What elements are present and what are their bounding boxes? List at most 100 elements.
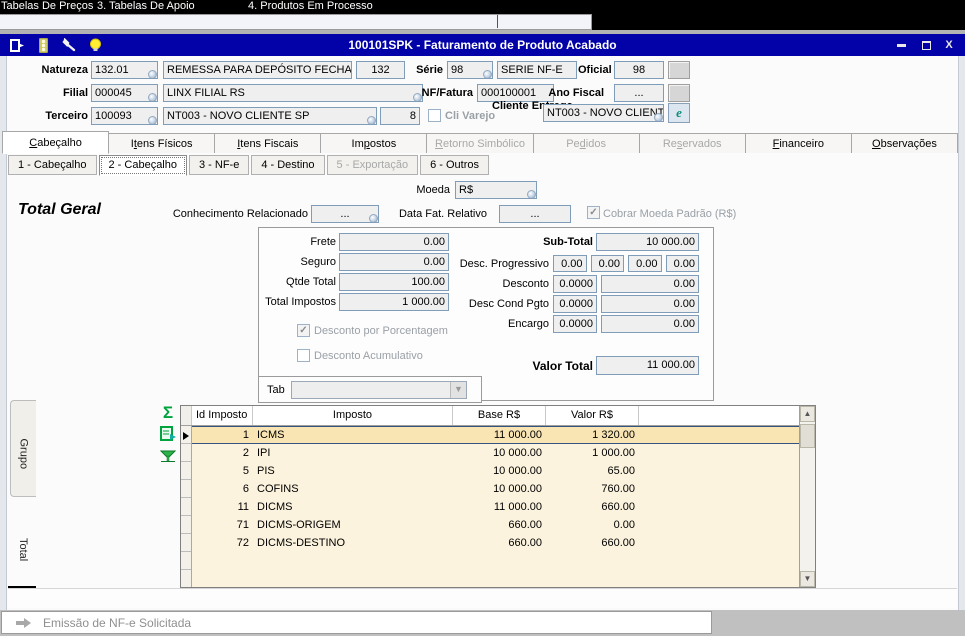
main-tab[interactable]: Reservados (640, 133, 746, 153)
status-message-box: Emissão de NF-e Solicitada (1, 611, 712, 634)
ano-fiscal-field[interactable]: ... (614, 84, 664, 102)
desconto-label: Desconto (449, 278, 549, 290)
desc-progressivo-field[interactable]: 0.00 (591, 255, 625, 272)
natureza-label: Natureza (8, 64, 88, 76)
desc-cond-pct-field[interactable]: 0.0000 (553, 295, 597, 313)
scroll-up-icon[interactable]: ▲ (800, 406, 815, 422)
sub-tab[interactable]: 1 - Cabeçalho (8, 155, 97, 175)
cell-base: 10 000.00 (453, 445, 546, 461)
window-right-border (958, 56, 965, 610)
main-tab[interactable]: Itens Fiscais (215, 133, 321, 153)
filial-code-field[interactable]: 000045 (91, 84, 158, 102)
app-toolbar-strip (0, 14, 965, 30)
encargo-pct-field[interactable]: 0.0000 (553, 315, 597, 333)
table-row[interactable]: 71 DICMS-ORIGEM 660.00 0.00 (192, 516, 799, 534)
maximize-icon[interactable] (918, 38, 934, 52)
sum-icon[interactable]: Σ (158, 402, 178, 422)
ano-fiscal-button[interactable] (668, 84, 690, 102)
menu-item-tabelas-apoio[interactable]: 3. Tabelas De Apoio (97, 0, 195, 14)
row-selector-column (181, 426, 192, 587)
desc-progressivo-field[interactable]: 0.00 (628, 255, 662, 272)
terceiro-desc-field[interactable]: NT003 - NOVO CLIENTE SP (163, 107, 377, 125)
grid-header-imposto[interactable]: Imposto (253, 406, 453, 425)
seguro-field[interactable]: 0.00 (339, 253, 449, 271)
tab-dropdown[interactable]: ▼ (291, 381, 467, 399)
scroll-thumb[interactable] (800, 424, 815, 448)
cell-id: 1 (192, 427, 253, 443)
filial-desc-field[interactable]: LINX FILIAL RS (163, 84, 423, 102)
tab-selector-box: Tab ▼ (258, 376, 482, 403)
grid-header-valor[interactable]: Valor R$ (546, 406, 639, 425)
sub-tab[interactable]: 5 - Exportação (327, 155, 419, 175)
minimize-icon[interactable] (893, 38, 909, 52)
desc-cond-value-field[interactable]: 0.00 (601, 295, 699, 313)
main-tab[interactable]: Cabeçalho (2, 131, 109, 154)
main-tab-label: Retorno Simbólico (435, 138, 525, 150)
total-impostos-label: Total Impostos (259, 296, 336, 308)
oficial-field[interactable]: 98 (614, 61, 664, 79)
sub-tab[interactable]: 4 - Destino (251, 155, 324, 175)
data-fat-field[interactable]: ... (499, 205, 571, 223)
sub-tab[interactable]: 2 - Cabeçalho (99, 155, 188, 176)
menu-item-tabelas-precos[interactable]: Tabelas De Preços (1, 0, 93, 14)
terceiro-code-field[interactable]: 100093 (91, 107, 158, 125)
chevron-down-icon[interactable]: ▼ (450, 382, 466, 398)
desconto-pct-field[interactable]: 0.0000 (553, 275, 597, 293)
table-row[interactable]: 6 COFINS 10 000.00 760.00 (192, 480, 799, 498)
nfe-icon[interactable]: e (668, 103, 690, 123)
cli-varejo-checkbox[interactable] (428, 109, 441, 122)
grid-header-id[interactable]: Id Imposto (192, 406, 253, 425)
conhecimento-field[interactable]: ... (311, 205, 379, 223)
filter-funnel-icon[interactable] (158, 446, 178, 466)
window-titlebar: 100101SPK - Faturamento de Produto Acaba… (0, 34, 965, 56)
total-impostos-field[interactable]: 1 000.00 (339, 293, 449, 311)
moeda-field[interactable]: R$ (455, 181, 537, 199)
grid-header-base[interactable]: Base R$ (453, 406, 546, 425)
export-sheet-icon[interactable] (158, 424, 178, 444)
cliente-entrega-label: Cliente Entrega (492, 101, 540, 112)
sub-tab[interactable]: 3 - NF-e (189, 155, 249, 175)
serie-code-field[interactable]: 98 (447, 61, 493, 79)
natureza-desc-field[interactable]: REMESSA PARA DEPÓSITO FECHADO (163, 61, 352, 79)
main-tab[interactable]: Itens Físicos (109, 133, 215, 153)
main-tab[interactable]: Pedidos (534, 133, 640, 153)
frete-field[interactable]: 0.00 (339, 233, 449, 251)
grid-scrollbar[interactable]: ▲ ▼ (799, 406, 815, 587)
cell-base: 11 000.00 (453, 427, 546, 443)
main-tab[interactable]: Observações (852, 133, 958, 153)
oficial-button[interactable] (668, 61, 690, 79)
table-row[interactable]: 1 ICMS 11 000.00 1 320.00 (192, 426, 799, 444)
qtde-total-field[interactable]: 100.00 (339, 273, 449, 291)
close-icon[interactable]: X (941, 38, 957, 52)
subtotal-field[interactable]: 10 000.00 (596, 233, 699, 251)
cliente-entrega-field[interactable]: NT003 - NOVO CLIENTE SP (543, 104, 664, 122)
table-row[interactable]: 5 PIS 10 000.00 65.00 (192, 462, 799, 480)
sub-tab[interactable]: 6 - Outros (420, 155, 489, 175)
desconto-acumulativo-checkbox[interactable] (297, 349, 310, 362)
table-row[interactable]: 2 IPI 10 000.00 1 000.00 (192, 444, 799, 462)
main-tab-label: Financeiro (773, 138, 824, 150)
sidebar-tab-grupo[interactable]: Grupo (10, 400, 36, 497)
sidebar-tab-total[interactable]: Total (10, 525, 36, 575)
scroll-down-icon[interactable]: ▼ (800, 571, 815, 587)
grid-header-filler (639, 406, 799, 425)
natureza-code-field[interactable]: 132.01 (91, 61, 158, 79)
main-tab[interactable]: Financeiro (746, 133, 852, 153)
table-row[interactable]: 72 DICMS-DESTINO 660.00 660.00 (192, 534, 799, 552)
terceiro-label: Terceiro (8, 110, 88, 122)
encargo-value-field[interactable]: 0.00 (601, 315, 699, 333)
main-tab[interactable]: Retorno Simbólico (427, 133, 533, 153)
toolbar-panel (0, 14, 592, 30)
desconto-value-field[interactable]: 0.00 (601, 275, 699, 293)
cli-varejo-label: Cli Varejo (445, 110, 495, 122)
desc-progressivo-field[interactable]: 0.00 (666, 255, 700, 272)
serie-desc-field[interactable]: SERIE NF-E (497, 61, 577, 79)
sub-tab-label: 2 - Cabeçalho (109, 159, 178, 171)
desc-progressivo-field[interactable]: 0.00 (553, 255, 587, 272)
terceiro-extra-field[interactable]: 8 (380, 107, 420, 125)
main-tab[interactable]: Impostos (321, 133, 427, 153)
table-row[interactable]: 11 DICMS 11 000.00 660.00 (192, 498, 799, 516)
menu-item-produtos-processo[interactable]: 4. Produtos Em Processo (248, 0, 373, 14)
cell-valor: 760.00 (546, 481, 639, 497)
valor-total-field[interactable]: 11 000.00 (596, 356, 699, 375)
